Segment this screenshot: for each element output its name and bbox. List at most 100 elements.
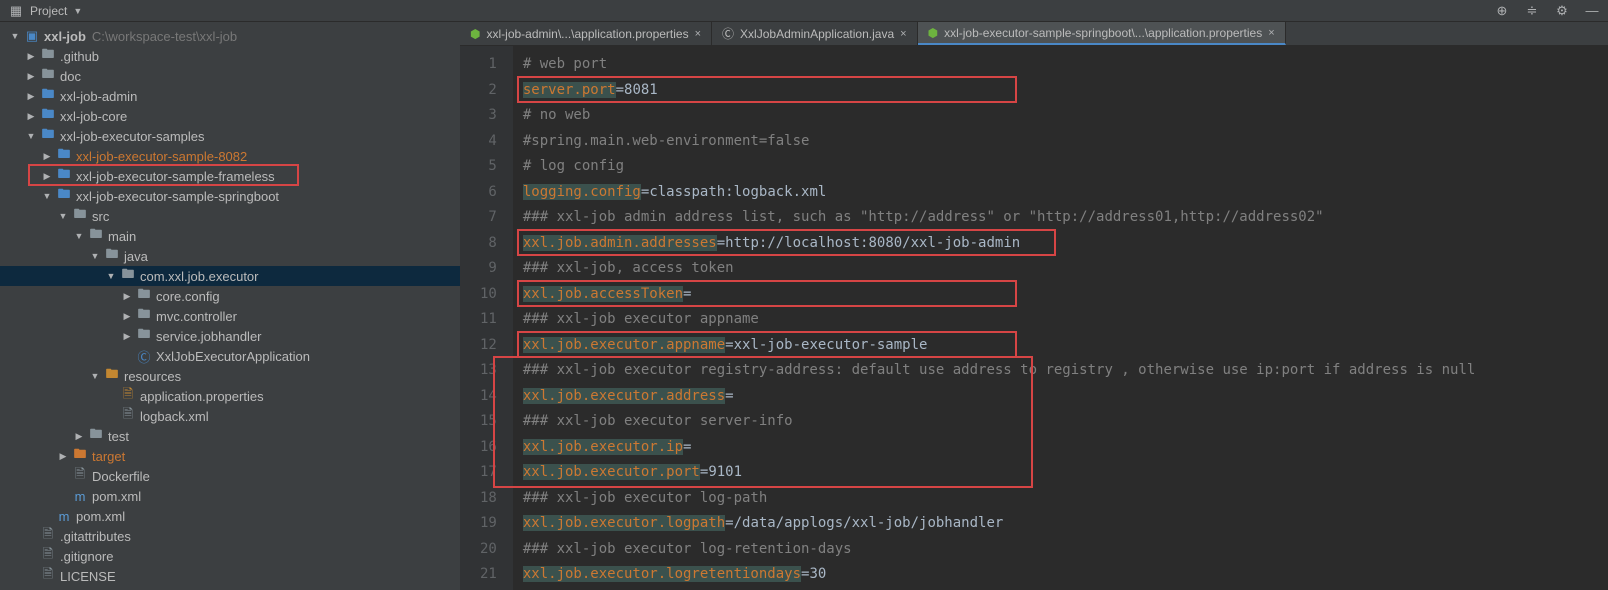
tree-item[interactable]: 🖿xxl-job-executor-sample-8082 bbox=[0, 146, 460, 166]
code-line[interactable]: # no web bbox=[513, 103, 1608, 129]
tree-item[interactable]: mpom.xml bbox=[0, 506, 460, 526]
code-line[interactable]: xxl.job.admin.addresses=http://localhost… bbox=[513, 231, 1608, 257]
tree-item-label: test bbox=[108, 429, 129, 444]
package-icon: 🖿 bbox=[136, 325, 152, 347]
tree-item[interactable]: 🖿xxl-job-admin bbox=[0, 86, 460, 106]
code-line[interactable]: ### xxl-job executor registry-address: d… bbox=[513, 358, 1608, 384]
code-line[interactable]: ### xxl-job executor log-retention-days bbox=[513, 537, 1608, 563]
tree-item-label: main bbox=[108, 229, 136, 244]
code-line[interactable]: ### xxl-job executor server-info bbox=[513, 409, 1608, 435]
tree-item-label: application.properties bbox=[140, 389, 264, 404]
tree-item[interactable]: ⒸXxlJobExecutorApplication bbox=[0, 346, 460, 366]
code-line[interactable]: xxl.job.executor.appname=xxl-job-executo… bbox=[513, 333, 1608, 359]
close-icon[interactable]: × bbox=[900, 28, 906, 40]
tree-item[interactable]: 🖿xxl-job-executor-samples bbox=[0, 126, 460, 146]
tree-item[interactable]: 🖿xxl-job-executor-sample-springboot bbox=[0, 186, 460, 206]
code-line[interactable]: xxl.job.executor.port=9101 bbox=[513, 460, 1608, 486]
chevron-down-icon[interactable] bbox=[10, 31, 20, 41]
code-line[interactable]: xxl.job.executor.logretentiondays=30 bbox=[513, 562, 1608, 588]
code-line[interactable]: # web port bbox=[513, 52, 1608, 78]
code-line[interactable]: xxl.job.executor.address= bbox=[513, 384, 1608, 410]
tree-root[interactable]: ▣ xxl-job C:\workspace-test\xxl-job bbox=[0, 26, 460, 46]
tree-item[interactable]: mpom.xml bbox=[0, 486, 460, 506]
chevron-down-icon[interactable] bbox=[58, 211, 68, 221]
tree-item[interactable]: 🗎.gitignore bbox=[0, 546, 460, 566]
tree-item[interactable]: 🗎logback.xml bbox=[0, 406, 460, 426]
tree-item[interactable]: 🖿xxl-job-executor-sample-frameless bbox=[0, 166, 460, 186]
code-line[interactable]: # log config bbox=[513, 154, 1608, 180]
code-line[interactable]: ### xxl-job admin address list, such as … bbox=[513, 205, 1608, 231]
chevron-right-icon[interactable] bbox=[26, 111, 36, 122]
chevron-down-icon[interactable] bbox=[74, 231, 84, 241]
tree-item-label: xxl-job-core bbox=[60, 109, 127, 124]
close-icon[interactable]: × bbox=[695, 28, 701, 40]
code-line[interactable]: ### xxl-job, access token bbox=[513, 256, 1608, 282]
editor-tab[interactable]: ⬢xxl-job-admin\...\application.propertie… bbox=[460, 22, 712, 45]
locate-icon[interactable]: ⊕ bbox=[1494, 3, 1510, 19]
chevron-right-icon[interactable] bbox=[122, 311, 132, 322]
tree-item-label: core.config bbox=[156, 289, 220, 304]
chevron-right-icon[interactable] bbox=[26, 91, 36, 102]
folder-icon: 🖿 bbox=[72, 205, 88, 227]
tree-item[interactable]: 🖿mvc.controller bbox=[0, 306, 460, 326]
chevron-right-icon[interactable] bbox=[42, 171, 52, 182]
resources-icon: 🖿 bbox=[104, 365, 120, 387]
tree-item[interactable]: 🖿java bbox=[0, 246, 460, 266]
tree-item[interactable]: 🖿main bbox=[0, 226, 460, 246]
editor-tab[interactable]: ⬢xxl-job-executor-sample-springboot\...\… bbox=[918, 22, 1286, 45]
project-label[interactable]: Project bbox=[30, 4, 67, 18]
tree-item[interactable]: 🖿src bbox=[0, 206, 460, 226]
tree-item-label: doc bbox=[60, 69, 81, 84]
chevron-right-icon[interactable] bbox=[58, 451, 68, 462]
tree-item[interactable]: 🖿test bbox=[0, 426, 460, 446]
tree-item[interactable]: 🖿resources bbox=[0, 366, 460, 386]
code-line[interactable]: server.port=8081 bbox=[513, 78, 1608, 104]
tree-item[interactable]: 🗎.gitattributes bbox=[0, 526, 460, 546]
code-line[interactable]: logging.config=classpath:logback.xml bbox=[513, 180, 1608, 206]
chevron-right-icon[interactable] bbox=[26, 71, 36, 82]
tree-item[interactable]: 🖿target bbox=[0, 446, 460, 466]
package-icon: 🖿 bbox=[120, 265, 136, 287]
chevron-down-icon[interactable] bbox=[90, 251, 100, 261]
project-dropdown-icon[interactable]: ▼ bbox=[73, 6, 82, 16]
chevron-down-icon[interactable] bbox=[106, 271, 116, 281]
close-icon[interactable]: × bbox=[1268, 27, 1274, 39]
folder-icon: 🖿 bbox=[40, 65, 56, 87]
chevron-down-icon[interactable] bbox=[26, 131, 36, 141]
chevron-right-icon[interactable] bbox=[122, 331, 132, 342]
code-line[interactable]: ### xxl-job executor log-path bbox=[513, 486, 1608, 512]
package-icon: 🖿 bbox=[136, 305, 152, 327]
code-line[interactable]: xxl.job.executor.logpath=/data/applogs/x… bbox=[513, 511, 1608, 537]
tree-item[interactable]: 🖿com.xxl.job.executor bbox=[0, 266, 460, 286]
chevron-right-icon[interactable] bbox=[42, 151, 52, 162]
code-editor[interactable]: 123456789101112131415161718192021 # web … bbox=[460, 46, 1608, 590]
chevron-down-icon[interactable] bbox=[90, 371, 100, 381]
tree-item-label: pom.xml bbox=[76, 509, 125, 524]
tree-item[interactable]: 🗎Dockerfile bbox=[0, 466, 460, 486]
expand-icon[interactable]: ≑ bbox=[1524, 3, 1540, 19]
chevron-right-icon[interactable] bbox=[74, 431, 84, 442]
project-tree[interactable]: ▣ xxl-job C:\workspace-test\xxl-job 🖿.gi… bbox=[0, 22, 460, 590]
gear-icon[interactable]: ⚙ bbox=[1554, 3, 1570, 19]
tree-item[interactable]: 🗎LICENSE bbox=[0, 566, 460, 586]
collapse-icon[interactable]: — bbox=[1584, 3, 1600, 19]
tree-item[interactable]: 🖿 doc bbox=[0, 66, 460, 86]
project-view-icon[interactable]: ▦ bbox=[8, 3, 24, 19]
chevron-down-icon[interactable] bbox=[42, 191, 52, 201]
code-line[interactable]: xxl.job.accessToken= bbox=[513, 282, 1608, 308]
code-content[interactable]: # web portserver.port=8081# no web#sprin… bbox=[513, 46, 1608, 590]
tree-item[interactable]: 🗎application.properties bbox=[0, 386, 460, 406]
tree-item[interactable]: 🖿.github bbox=[0, 46, 460, 66]
editor-tab[interactable]: ⒸXxlJobAdminApplication.java× bbox=[712, 22, 918, 45]
editor-tabs: ⬢xxl-job-admin\...\application.propertie… bbox=[460, 22, 1608, 46]
tree-item[interactable]: 🖿service.jobhandler bbox=[0, 326, 460, 346]
code-line[interactable]: ### xxl-job executor appname bbox=[513, 307, 1608, 333]
spring-icon: ⬢ bbox=[928, 26, 938, 40]
chevron-right-icon[interactable] bbox=[122, 291, 132, 302]
code-line[interactable]: #spring.main.web-environment=false bbox=[513, 129, 1608, 155]
tree-item[interactable]: 🖿xxl-job-core bbox=[0, 106, 460, 126]
class-icon: Ⓒ bbox=[136, 347, 152, 366]
code-line[interactable]: xxl.job.executor.ip= bbox=[513, 435, 1608, 461]
tree-item[interactable]: 🖿core.config bbox=[0, 286, 460, 306]
chevron-right-icon[interactable] bbox=[26, 51, 36, 62]
